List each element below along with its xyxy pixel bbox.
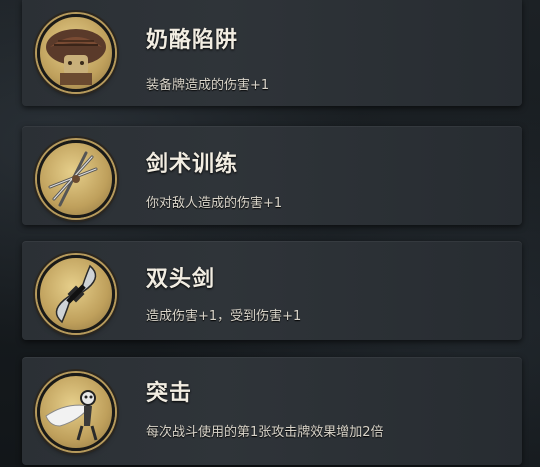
perk-card-assault[interactable]: 突击 每次战斗使用的第1张攻击牌效果增加2倍 (22, 357, 522, 465)
perk-description: 每次战斗使用的第1张攻击牌效果增加2倍 (146, 425, 384, 440)
perk-description: 造成伤害+1，受到伤害+1 (146, 309, 302, 324)
perk-card-sword-training[interactable]: 剑术训练 你对敌人造成的伤害+1 (22, 126, 522, 225)
perk-title: 双头剑 (146, 267, 216, 292)
perk-card-double-blade[interactable]: 双头剑 造成伤害+1，受到伤害+1 (22, 241, 522, 340)
perk-title: 剑术训练 (146, 152, 239, 177)
perk-card-cheese-trap[interactable]: 奶酪陷阱 装备牌造成的伤害+1 (22, 0, 522, 106)
sword-training-icon (37, 140, 115, 218)
perk-title: 奶酪陷阱 (146, 28, 239, 53)
cheese-trap-icon (37, 14, 115, 92)
perk-title: 突击 (146, 381, 193, 406)
perk-description: 装备牌造成的伤害+1 (146, 78, 270, 93)
perk-description: 你对敌人造成的伤害+1 (146, 196, 283, 211)
double-blade-icon (37, 255, 115, 333)
assault-icon (37, 373, 115, 451)
